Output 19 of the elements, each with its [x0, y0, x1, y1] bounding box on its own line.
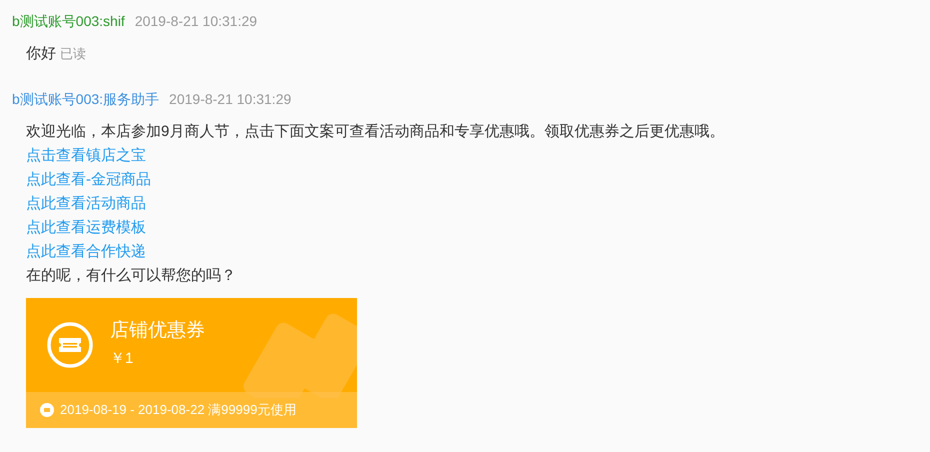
message-link[interactable]: 点此查看运费模板	[26, 216, 146, 240]
message-link[interactable]: 点此查看合作快递	[26, 240, 146, 264]
coupon-amount: ￥1	[110, 349, 134, 369]
coupon-validity: 2019-08-19 - 2019-08-22 满99999元使用	[60, 401, 296, 419]
message-text: 欢迎光临，本店参加9月商人节，点击下面文案可查看活动商品和专享优惠哦。领取优惠券之后更优惠哦。	[26, 122, 724, 142]
read-status: 已读	[60, 45, 86, 63]
ticket-icon	[40, 403, 54, 417]
message-text: 在的呢，有什么可以帮您的吗？	[26, 266, 236, 286]
sender-name: b测试账号003:服务助手	[12, 90, 160, 109]
message-link[interactable]: 点击查看镇店之宝	[26, 144, 146, 168]
ticket-icon	[46, 321, 94, 369]
coupon-card[interactable]: 店铺优惠券 ￥1 2019-08-19 - 2019-08-22 满99999元使用	[26, 298, 357, 428]
message-link[interactable]: 点此查看活动商品	[26, 192, 146, 216]
sender-name: b测试账号003:shif	[12, 12, 125, 31]
message-text: 你好	[26, 44, 56, 64]
message-time: 2019-8-21 10:31:29	[169, 90, 292, 109]
coupon-title: 店铺优惠券	[110, 319, 205, 343]
message-time: 2019-8-21 10:31:29	[134, 12, 258, 31]
message-link[interactable]: 点此查看-金冠商品	[26, 168, 151, 192]
